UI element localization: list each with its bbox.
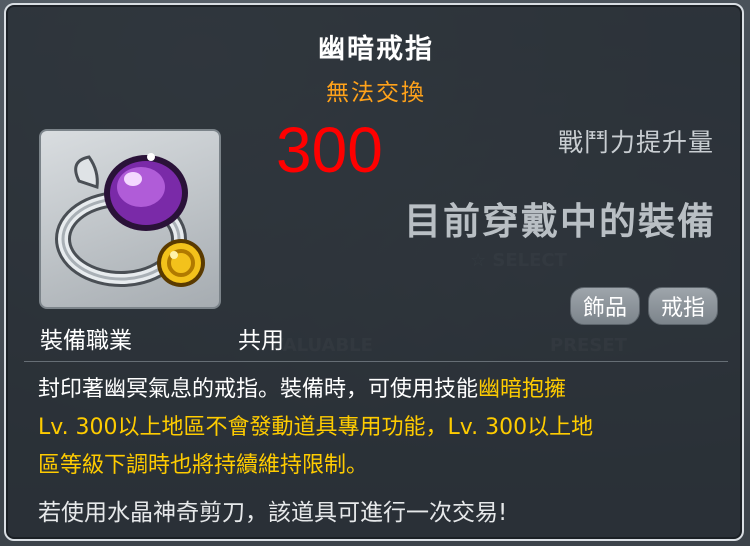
skill-name: 幽暗抱擁 [478, 377, 567, 402]
item-tags: 飾品 戒指 [569, 287, 718, 325]
divider [24, 361, 728, 362]
description-line: 區等級下調時也將持續維持限制。 [38, 453, 369, 478]
tag-ring: 戒指 [647, 287, 718, 325]
description-line: 封印著幽冥氣息的戒指。裝備時，可使用技能幽暗抱擁 [38, 371, 728, 409]
item-description: 封印著幽冥氣息的戒指。裝備時，可使用技能幽暗抱擁 Lv. 300以上地區不會發動… [38, 371, 728, 485]
combat-power-label: 戰鬥力提升量 [557, 128, 714, 157]
item-tooltip: 幽暗戒指 無法交換 300 戰鬥力提升量 目前穿戴中的裝備 飾品 戒指 裝備職業… [4, 3, 744, 541]
description-line: Lv. 300以上地區不會發動道具專用功能，Lv. 300以上地 [38, 415, 594, 440]
tag-accessory: 飾品 [569, 287, 640, 325]
job-value: 共用 [238, 328, 284, 354]
equipped-status: 目前穿戴中的裝備 [404, 200, 716, 243]
item-icon-frame [39, 129, 221, 309]
job-label: 裝備職業 [40, 328, 132, 354]
purple-gem-ring-icon [55, 153, 205, 287]
combat-power-value: 300 [276, 114, 383, 186]
trade-note: 若使用水晶神奇剪刀，該道具可進行一次交易! [38, 500, 508, 526]
item-name: 幽暗戒指 [318, 34, 434, 65]
description-text: 封印著幽冥氣息的戒指。裝備時，可使用技能 [38, 377, 479, 402]
trade-status: 無法交換 [326, 80, 426, 106]
